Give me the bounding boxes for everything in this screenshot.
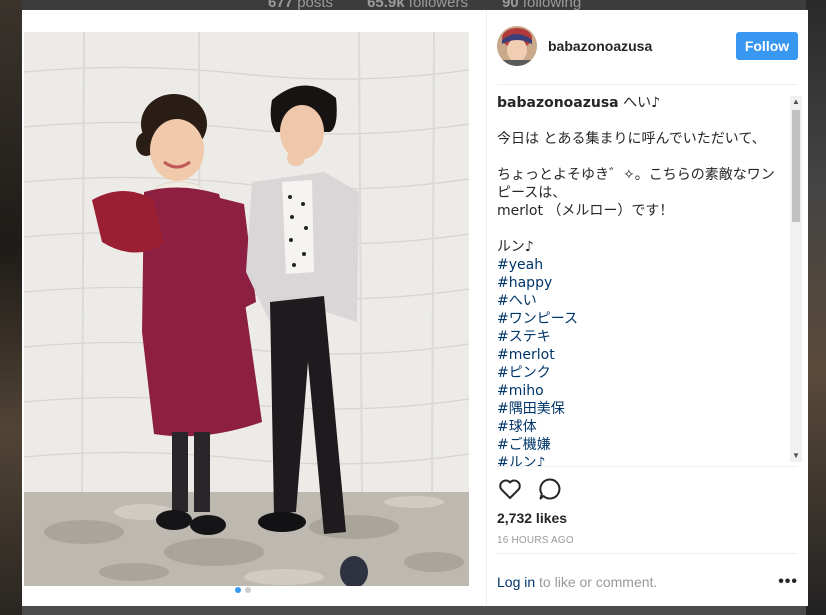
hashtag-link[interactable]: #へい (497, 292, 782, 310)
divider (497, 466, 798, 467)
background-edge-right (806, 0, 826, 615)
divider (497, 84, 798, 85)
caption-line: 今日は とある集まりに呼んでいただいて、 (497, 131, 766, 147)
caption-line: ちょっとよそゆき゛✧。こちらの素敵なワンピースは、 (497, 167, 775, 201)
post-modal: babazonoazusa Follow babazonoazusa へい♪ 今… (22, 10, 808, 606)
caption: babazonoazusa へい♪ 今日は とある集まりに呼んでいただいて、 ち… (497, 94, 782, 466)
scrollbar-thumb[interactable] (792, 110, 800, 222)
caption-author[interactable]: babazonoazusa (497, 95, 619, 111)
comment-prompt-text: to like or comment. (535, 574, 658, 590)
avatar-image (497, 26, 537, 66)
hashtag-link[interactable]: #merlot (497, 346, 782, 364)
carousel-dot-active[interactable] (235, 587, 241, 593)
username[interactable]: babazonoazusa (548, 38, 652, 54)
photo-illustration (24, 32, 469, 586)
avatar[interactable] (497, 26, 537, 66)
like-count[interactable]: 2,732 likes (497, 510, 567, 526)
hashtag-link[interactable]: #ルン♪ (497, 454, 782, 466)
scroll-down-icon[interactable]: ▼ (790, 450, 802, 462)
caption-text-first: へい♪ (623, 95, 661, 111)
hashtag-link[interactable]: #ステキ (497, 328, 782, 346)
login-link[interactable]: Log in (497, 574, 535, 590)
caption-scroll-area[interactable]: babazonoazusa へい♪ 今日は とある集まりに呼んでいただいて、 ち… (497, 94, 795, 466)
carousel-indicator (235, 587, 251, 593)
comment-prompt: Log in to like or comment. ••• (497, 573, 798, 591)
post-photo[interactable] (24, 32, 469, 586)
comment-bubble-icon[interactable] (537, 476, 563, 502)
hashtag-link[interactable]: #yeah (497, 256, 782, 274)
caption-scrollbar[interactable]: ▲ ▼ (790, 96, 802, 462)
post-sidebar: babazonoazusa Follow babazonoazusa へい♪ 今… (486, 10, 808, 606)
photo-pane (22, 10, 486, 606)
follow-button[interactable]: Follow (736, 32, 798, 60)
hashtag-link[interactable]: #miho (497, 382, 782, 400)
action-bar (497, 476, 563, 502)
background-strip-bottom (22, 605, 806, 615)
scroll-up-icon[interactable]: ▲ (790, 96, 802, 108)
carousel-dot[interactable] (245, 587, 251, 593)
hashtag-link[interactable]: #ご機嫌 (497, 436, 782, 454)
post-timestamp[interactable]: 16 HOURS AGO (497, 535, 574, 546)
hashtag-link[interactable]: #happy (497, 274, 782, 292)
hashtag-list: #yeah #happy #へい #ワンピース #ステキ #merlot #ピン… (497, 256, 782, 466)
divider (497, 553, 798, 554)
caption-line: ルン♪ (497, 239, 534, 255)
hashtag-link[interactable]: #球体 (497, 418, 782, 436)
more-options-icon[interactable]: ••• (778, 573, 798, 591)
background-edge-left (0, 0, 22, 615)
hashtag-link[interactable]: #ワンピース (497, 310, 782, 328)
heart-icon[interactable] (497, 476, 523, 502)
post-header: babazonoazusa Follow (497, 22, 798, 70)
hashtag-link[interactable]: #隅田美保 (497, 400, 782, 418)
caption-line: merlot （メルロー）です！ (497, 203, 674, 219)
hashtag-link[interactable]: #ピンク (497, 364, 782, 382)
